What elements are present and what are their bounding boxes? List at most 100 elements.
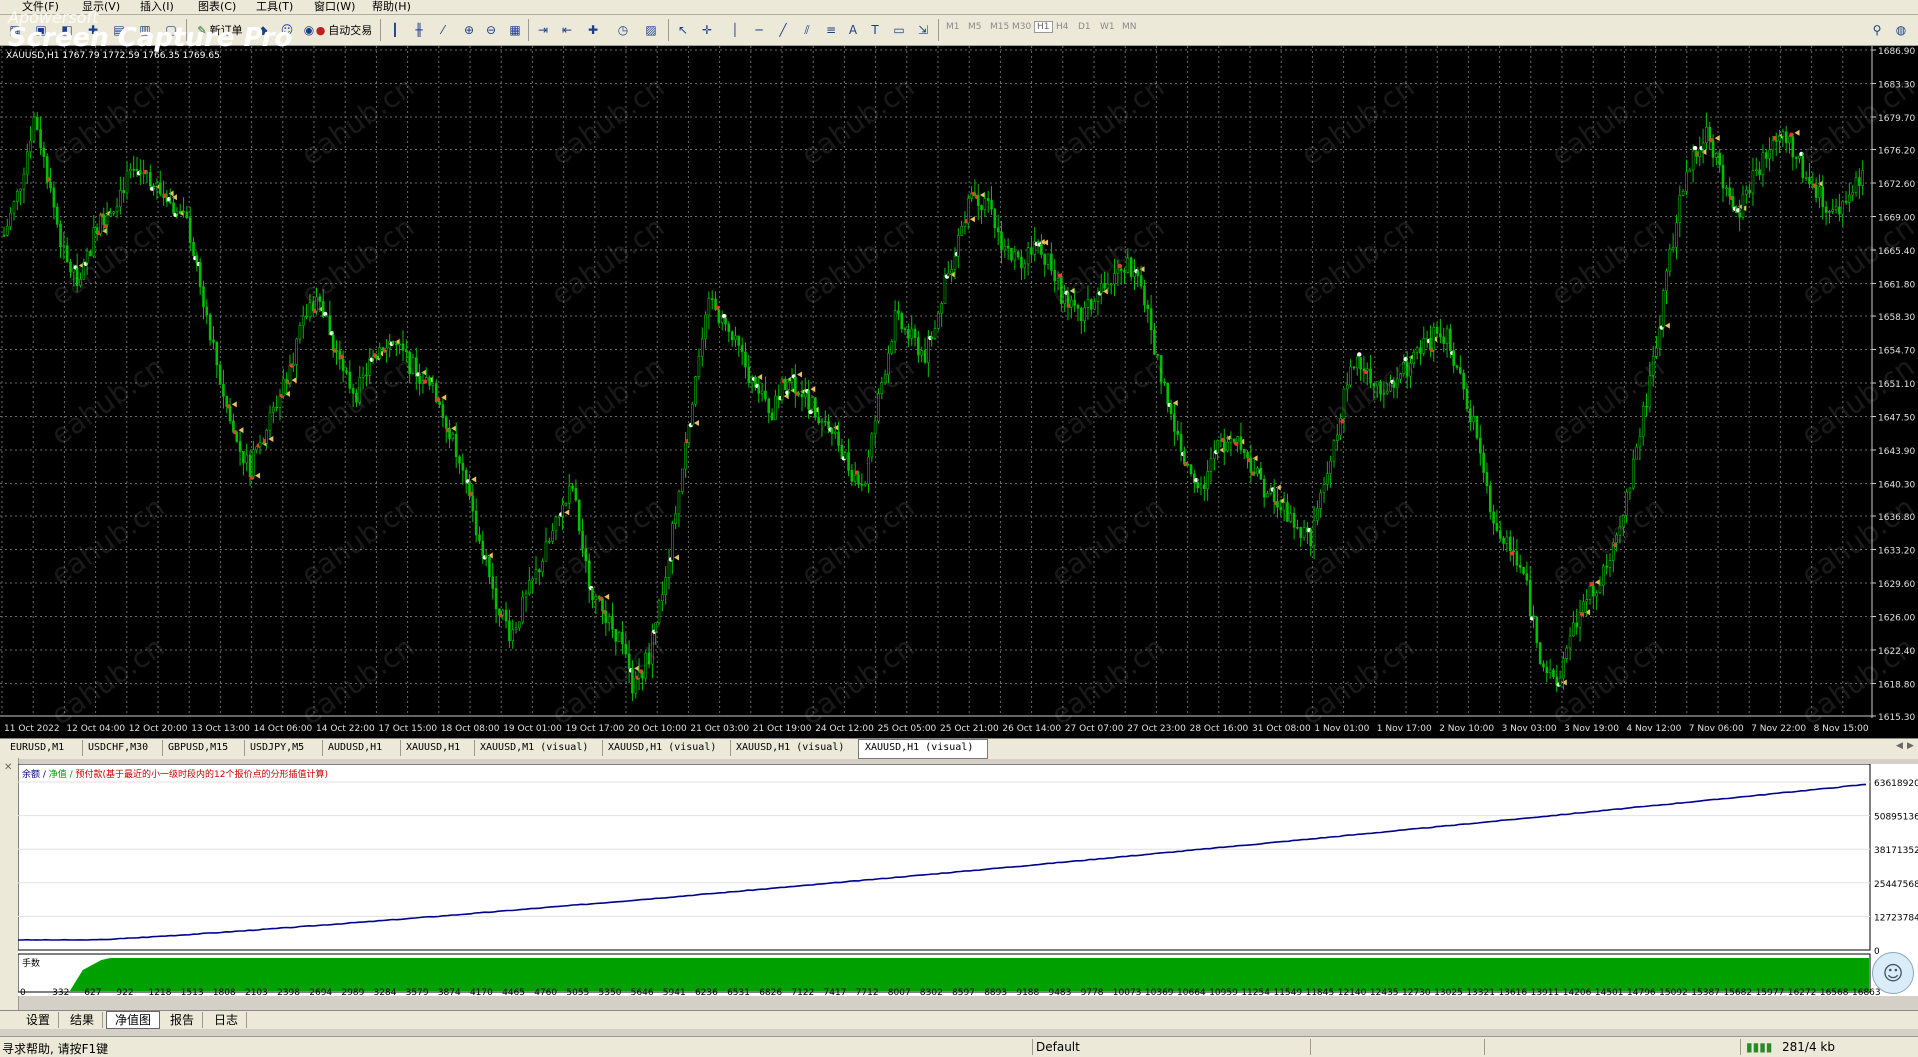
indicators-icon[interactable]: ✚ — [582, 20, 604, 40]
candle-body — [291, 364, 295, 366]
timeframe-m15[interactable]: M15 — [990, 22, 1009, 32]
candle-body — [561, 504, 564, 517]
candle-body — [212, 339, 215, 343]
timeframe-w1[interactable]: W1 — [1100, 22, 1115, 32]
periods-icon[interactable]: ◷ — [612, 20, 634, 40]
candle-body — [564, 502, 568, 506]
candle-body — [727, 323, 731, 333]
candle-body — [1276, 501, 1279, 508]
timeframe-m1[interactable]: M1 — [946, 22, 960, 32]
shapes-icon[interactable]: ⇲ — [912, 20, 934, 40]
search-icon[interactable]: ⚲ — [1866, 20, 1888, 40]
candle-body — [917, 337, 920, 356]
tab-scroll-left-icon[interactable]: ◀ — [1896, 741, 1903, 751]
tab-scroll-right-icon[interactable]: ▶ — [1907, 741, 1914, 751]
candle-body — [1861, 170, 1864, 186]
equity-x-label: 332 — [52, 988, 69, 996]
candle-body — [1841, 200, 1845, 215]
tester-tab[interactable]: 日志 — [206, 1012, 248, 1028]
chart-tab[interactable]: XAUUSD,H1 (visual) — [730, 740, 859, 756]
candle-body — [1209, 458, 1213, 472]
community-icon[interactable]: ◍ — [1890, 20, 1912, 40]
tester-tab[interactable]: 结果 — [62, 1012, 104, 1028]
chart-tab[interactable]: GBPUSD,M15 — [162, 740, 245, 756]
arrow-tool-icon[interactable]: ▭ — [888, 20, 910, 40]
candle-body — [1608, 560, 1612, 568]
chart-tab[interactable]: XAUUSD,M1 (visual) — [474, 740, 603, 756]
lots-fill — [69, 958, 1870, 991]
tester-tab[interactable]: 净值图 — [106, 1011, 161, 1029]
menu-item[interactable]: 帮助(H) — [372, 0, 411, 14]
time-label: 24 Oct 12:00 — [815, 724, 874, 734]
candle-body — [770, 412, 774, 421]
chart-tab[interactable]: EURUSD,M1 — [4, 740, 83, 756]
time-label: 14 Oct 22:00 — [316, 724, 375, 734]
text-label-icon[interactable]: T — [864, 20, 886, 40]
equity-x-label: 9778 — [1081, 988, 1104, 996]
equidistant-channel-icon[interactable]: ⫽ — [796, 20, 818, 40]
timeframe-h4[interactable]: H4 — [1056, 22, 1069, 32]
auto-trade-button[interactable]: ● 自动交易 — [312, 20, 376, 40]
chart-tab[interactable]: XAUUSD,H1 (visual) — [602, 740, 731, 756]
equity-y-label: 63618920 — [1874, 779, 1918, 789]
text-icon[interactable]: A — [842, 20, 864, 40]
candle-body — [920, 350, 924, 356]
chart-tab[interactable]: USDJPY,M5 — [244, 740, 323, 756]
price-label: 1633.20 — [1878, 547, 1915, 557]
vertical-line-icon[interactable]: │ — [724, 20, 746, 40]
candle-body — [1472, 416, 1475, 423]
timeframe-mn[interactable]: MN — [1122, 22, 1137, 32]
chart-tab[interactable]: XAUUSD,H1 — [400, 740, 475, 756]
chart-tab[interactable]: XAUUSD,H1 (visual) — [858, 739, 988, 759]
crosshair-icon[interactable]: ✛ — [696, 20, 718, 40]
chart-shift-icon[interactable]: ⇤ — [556, 20, 578, 40]
candle-body — [1492, 511, 1495, 524]
menu-item[interactable]: 窗口(W) — [314, 0, 355, 14]
timeframe-m30[interactable]: M30 — [1012, 22, 1031, 32]
trendline-icon[interactable]: ╱ — [772, 20, 794, 40]
horizontal-line-icon[interactable]: ─ — [748, 20, 770, 40]
timeframe-h1[interactable]: H1 — [1034, 21, 1053, 33]
bar-chart-icon[interactable]: ┃ — [384, 20, 406, 40]
cursor-icon[interactable]: ↖ — [672, 20, 694, 40]
candle-body — [481, 540, 485, 557]
candle-body — [1046, 253, 1050, 265]
candle-body — [940, 303, 943, 314]
candles-icon[interactable]: ╫ — [408, 20, 430, 40]
candle-body — [1156, 354, 1160, 356]
candle-body — [1259, 467, 1263, 480]
candle-body — [1030, 247, 1033, 255]
tester-tab[interactable]: 设置 — [18, 1012, 60, 1028]
timeframe-m5[interactable]: M5 — [968, 22, 982, 32]
candle-body — [847, 452, 850, 471]
candle-body — [252, 449, 255, 478]
templates-icon[interactable]: ▨ — [640, 20, 662, 40]
tile-windows-icon[interactable]: ▦ — [504, 20, 526, 40]
timeframe-d1[interactable]: D1 — [1078, 22, 1091, 32]
chart-tab[interactable]: AUDUSD,H1 — [322, 740, 401, 756]
candle-body — [843, 452, 847, 460]
assistant-face-icon[interactable]: ☺ — [1872, 952, 1914, 994]
equity-x-label: 15682 — [1723, 988, 1752, 996]
close-icon[interactable]: ✕ — [4, 762, 12, 773]
zoom-in-icon[interactable]: ⊕ — [458, 20, 480, 40]
chart-tab[interactable]: USDCHF,M30 — [82, 740, 163, 756]
candle-body — [1688, 169, 1692, 173]
line-chart-icon[interactable]: ⁄ — [432, 20, 454, 40]
trade-marker — [722, 313, 727, 319]
tester-tab[interactable]: 报告 — [162, 1012, 204, 1028]
candle-body — [611, 616, 614, 630]
candle-body — [1016, 251, 1020, 258]
candle-body — [1528, 580, 1532, 617]
fibonacci-icon[interactable]: ≡ — [820, 20, 842, 40]
autoscroll-icon[interactable]: ⇥ — [532, 20, 554, 40]
zoom-out-icon[interactable]: ⊖ — [480, 20, 502, 40]
candle-body — [1715, 152, 1718, 158]
candle-body — [405, 350, 408, 353]
price-label: 1686.90 — [1878, 47, 1915, 57]
price-chart[interactable]: 1686.90 1683.30 1679.70 1676.20 1672.60 1669.… — [0, 46, 1918, 738]
candle-body — [109, 213, 112, 217]
candle-body — [1784, 131, 1788, 144]
candle-body — [1525, 573, 1529, 581]
candle-body — [1139, 275, 1143, 287]
